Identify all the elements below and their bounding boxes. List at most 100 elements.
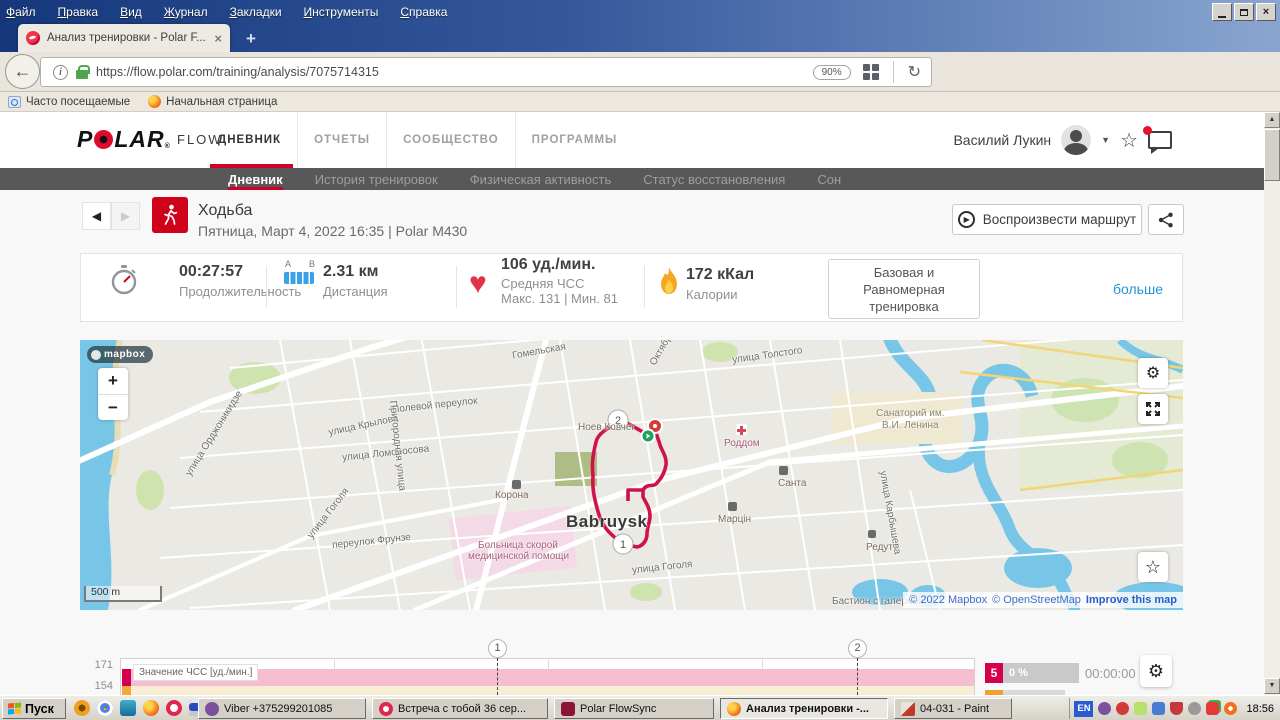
zoom-in-button[interactable]: + — [98, 368, 128, 395]
chart-settings-button[interactable]: ⚙ — [1140, 655, 1172, 687]
back-button[interactable]: ← — [5, 54, 40, 89]
logo-letter: P — [77, 126, 94, 152]
play-route-label: Воспроизвести маршрут — [982, 212, 1137, 227]
window-controls: × — [1212, 3, 1276, 21]
task-firefox-active[interactable]: Анализ тренировки -... — [720, 698, 888, 719]
scroll-down-icon[interactable]: ▼ — [1264, 678, 1280, 694]
polar-subnav: Дневник История тренировок Физическая ак… — [0, 168, 1264, 190]
bookmark-home[interactable]: Начальная страница — [148, 95, 277, 108]
start-label: Пуск — [25, 701, 54, 716]
poi-label: Роддом — [724, 438, 760, 449]
more-link[interactable]: больше — [1113, 281, 1163, 297]
bookmark-frequent[interactable]: Часто посещаемые — [8, 95, 130, 108]
browser-tab[interactable]: Анализ тренировки - Polar F... × — [18, 24, 230, 52]
subnav-activity[interactable]: Физическая активность — [470, 168, 612, 190]
screen: Файл Правка Вид Журнал Закладки Инструме… — [0, 0, 1280, 720]
ruler-icon — [284, 272, 314, 284]
subnav-history[interactable]: История тренировок — [315, 168, 438, 190]
tray-icon[interactable] — [1116, 702, 1130, 715]
close-button[interactable]: × — [1256, 3, 1276, 21]
menu-view[interactable]: Вид — [120, 5, 142, 19]
language-indicator[interactable]: EN — [1074, 700, 1094, 717]
improve-map-link[interactable]: Improve this map — [1086, 594, 1177, 606]
firefox-icon[interactable] — [143, 700, 159, 716]
tray-icon[interactable] — [1152, 702, 1166, 715]
prev-session-button[interactable]: ◀ — [82, 202, 111, 230]
gridline — [762, 660, 763, 669]
restore-button[interactable] — [1234, 3, 1254, 21]
map-favorite-button[interactable]: ☆ — [1138, 552, 1168, 582]
avatar[interactable] — [1061, 125, 1092, 155]
nav-reports[interactable]: ОТЧЕТЫ — [297, 112, 386, 168]
osm-attrib[interactable]: © OpenStreetMap — [992, 594, 1081, 606]
subnav-diary[interactable]: Дневник — [228, 168, 283, 190]
page-info-icon[interactable]: i — [53, 64, 68, 80]
menu-tools[interactable]: Инструменты — [304, 5, 379, 19]
nav-programs[interactable]: ПРОГРАММЫ — [514, 112, 634, 168]
shield-tray-icon[interactable] — [1170, 702, 1184, 715]
map-fullscreen-button[interactable] — [1138, 394, 1168, 424]
mapbox-attrib[interactable]: © 2022 Mapbox — [909, 594, 987, 606]
share-button[interactable] — [1148, 204, 1184, 235]
y-axis-min: 154 — [94, 680, 113, 692]
divider — [456, 266, 457, 308]
nav-diary[interactable]: ДНЕВНИК — [209, 112, 297, 168]
play-route-button[interactable]: ▶ Воспроизвести маршрут — [952, 204, 1142, 235]
browser-menubar: Файл Правка Вид Журнал Закладки Инструме… — [6, 2, 447, 22]
tray-icon[interactable] — [1134, 702, 1148, 715]
tab-title: Анализ тренировки - Polar F... — [47, 32, 206, 44]
app-icon[interactable] — [74, 700, 90, 716]
scroll-up-icon[interactable]: ▲ — [1264, 112, 1280, 128]
favorites-star-icon[interactable]: ☆ — [1120, 128, 1138, 153]
lap-marker-2[interactable]: 2 — [848, 639, 867, 658]
url-bar[interactable]: i https://flow.polar.com/training/analys… — [40, 57, 932, 87]
menu-file[interactable]: Файл — [6, 5, 36, 19]
tray-icon[interactable] — [1224, 702, 1238, 715]
tiles-icon[interactable] — [862, 64, 879, 80]
lap-marker-1[interactable]: 1 — [488, 639, 507, 658]
paint-icon — [901, 701, 915, 716]
new-tab-button[interactable]: + — [238, 28, 264, 50]
menu-bookmarks[interactable]: Закладки — [230, 5, 282, 19]
tab-close-icon[interactable]: × — [214, 31, 222, 46]
zone5-bar — [122, 669, 131, 686]
chrome-icon[interactable] — [97, 700, 113, 716]
tray-icon[interactable] — [1206, 702, 1220, 715]
zoom-level-badge[interactable]: 90% — [812, 64, 851, 80]
firefox-icon — [727, 701, 741, 716]
menu-edit[interactable]: Правка — [58, 5, 99, 19]
user-block[interactable]: Василий Лукин ▼ ☆ — [953, 112, 1172, 168]
menu-help[interactable]: Справка — [400, 5, 447, 19]
scroll-thumb[interactable] — [1264, 129, 1280, 181]
chart-time: 00:00:00 — [1085, 666, 1136, 681]
subnav-recovery[interactable]: Статус восстановления — [643, 168, 785, 190]
tray-icon[interactable] — [1188, 702, 1202, 715]
reload-icon[interactable]: ↻ — [902, 62, 931, 82]
chevron-down-icon[interactable]: ▼ — [1101, 135, 1110, 145]
task-flowsync[interactable]: Polar FlowSync — [554, 698, 714, 719]
next-session-button[interactable]: ▶ — [111, 202, 140, 230]
notifications-icon[interactable] — [1143, 126, 1172, 154]
mapbox-logo[interactable]: mapbox — [87, 346, 154, 363]
minimize-button[interactable] — [1212, 3, 1232, 21]
start-button[interactable]: Пуск — [2, 698, 66, 719]
polar-logo[interactable]: P LAR ® — [77, 126, 171, 153]
poi-label: Марцін — [718, 514, 752, 525]
viber-tray-icon[interactable] — [1098, 702, 1112, 715]
activity-subtitle: Пятница, Март 4, 2022 16:35 | Polar M430 — [198, 223, 468, 239]
ssl-lock-icon[interactable] — [76, 65, 90, 79]
nav-community[interactable]: СООБЩЕСТВО — [386, 112, 515, 168]
task-paint[interactable]: 04-031 - Paint — [894, 698, 1012, 719]
map-settings-button[interactable]: ⚙ — [1138, 358, 1168, 388]
menu-history[interactable]: Журнал — [164, 5, 208, 19]
hr-label: Средняя ЧСС — [501, 276, 585, 291]
task-opera[interactable]: Встреча с тобой 36 сер... — [372, 698, 548, 719]
task-viber[interactable]: Viber +375299201085 — [198, 698, 366, 719]
app-icon[interactable] — [120, 700, 136, 716]
subnav-sleep[interactable]: Сон — [817, 168, 841, 190]
url-text[interactable]: https://flow.polar.com/training/analysis… — [96, 65, 805, 79]
zoom-out-button[interactable]: − — [98, 395, 128, 421]
opera-icon[interactable] — [166, 700, 182, 716]
route-map[interactable]: 2 1 улица Орджоникидзе Гомельская улица … — [80, 340, 1183, 610]
scrollbar[interactable]: ▲ ▼ — [1264, 112, 1280, 695]
